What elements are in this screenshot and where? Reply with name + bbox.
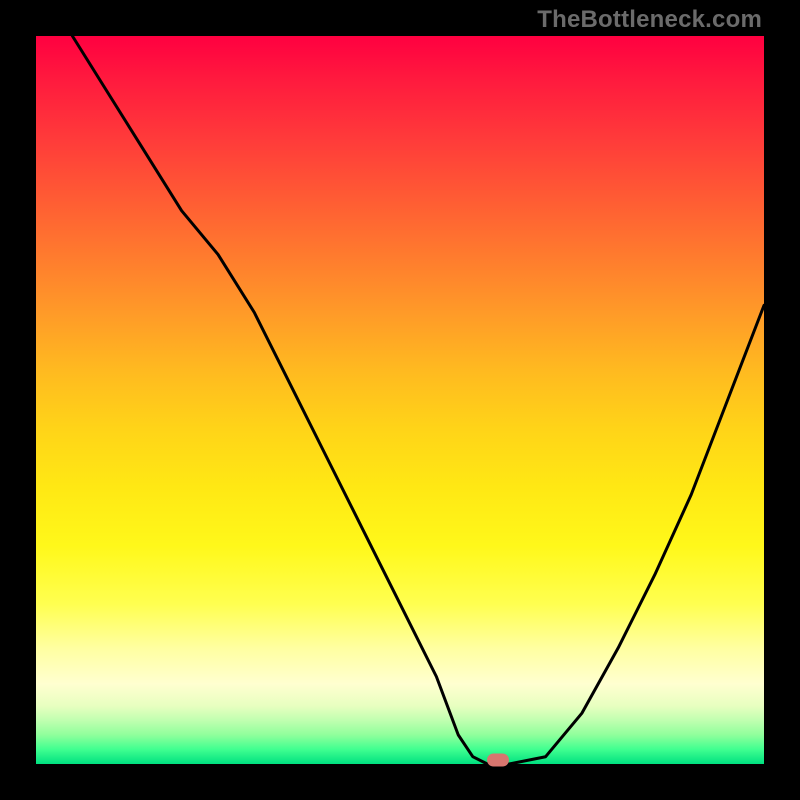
- chart-frame: TheBottleneck.com: [0, 0, 800, 800]
- curve-svg: [36, 36, 764, 764]
- watermark-text: TheBottleneck.com: [537, 6, 762, 34]
- plot-area: [36, 36, 764, 764]
- bottleneck-curve: [72, 36, 764, 764]
- optimal-marker: [487, 754, 509, 767]
